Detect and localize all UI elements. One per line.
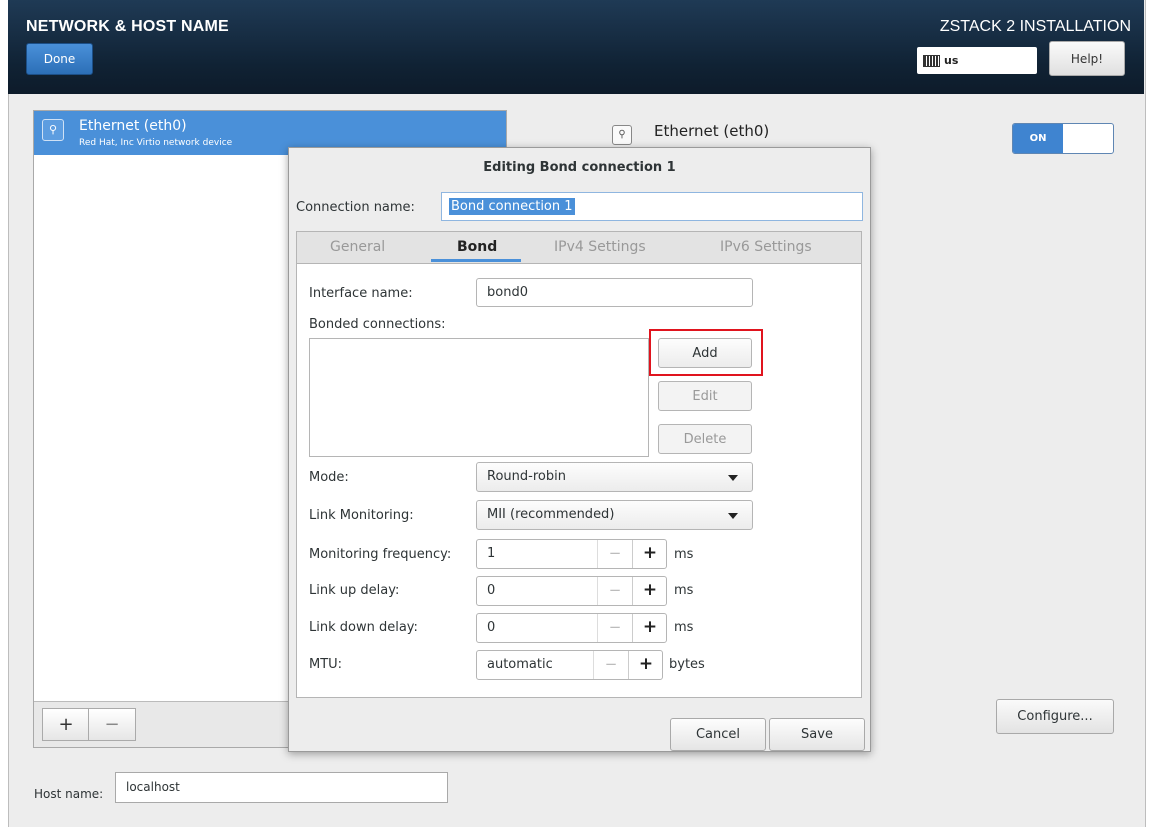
bytes-unit-label: bytes — [669, 657, 705, 672]
hostname-input[interactable]: localhost — [115, 772, 448, 803]
tab-ipv4-settings[interactable]: IPv4 Settings — [554, 239, 646, 255]
connection-name-input[interactable]: Bond connection 1 — [441, 192, 863, 221]
monitoring-frequency-value: 1 — [487, 546, 496, 561]
network-wired-icon: ⚲ — [612, 125, 632, 145]
link-up-delay-value: 0 — [487, 583, 496, 598]
add-button-highlight — [649, 329, 763, 376]
done-button[interactable]: Done — [26, 43, 93, 75]
bond-tab-panel: Interface name: bond0 Bonded connections… — [296, 263, 862, 698]
help-button[interactable]: Help! — [1049, 41, 1125, 76]
keyboard-layout-indicator[interactable]: us — [917, 47, 1037, 74]
device-name: Ethernet (eth0) — [79, 118, 187, 134]
ms-unit-label: ms — [674, 620, 694, 635]
keyboard-layout-label: us — [944, 54, 959, 67]
increment-button[interactable]: + — [632, 577, 667, 605]
link-monitoring-select[interactable]: MII (recommended) — [476, 500, 753, 530]
decrement-button[interactable]: − — [597, 614, 632, 642]
delete-bonded-connection-button[interactable]: Delete — [658, 424, 752, 454]
link-monitoring-value: MII (recommended) — [487, 507, 615, 522]
edit-bond-dialog: Editing Bond connection 1 Connection nam… — [288, 147, 871, 752]
tab-general[interactable]: General — [330, 239, 385, 255]
device-detail-title: Ethernet (eth0) — [654, 122, 770, 140]
mode-select[interactable]: Round-robin — [476, 462, 753, 492]
page-title: NETWORK & HOST NAME — [26, 18, 229, 35]
network-wired-icon: ⚲ — [42, 119, 64, 141]
monitoring-frequency-spinner[interactable]: 1 − + — [476, 539, 667, 569]
active-tab-indicator — [431, 259, 521, 262]
mode-value: Round-robin — [487, 469, 566, 484]
increment-button[interactable]: + — [632, 614, 667, 642]
device-toggle[interactable]: ON — [1012, 123, 1114, 154]
add-device-button[interactable]: + — [42, 708, 90, 741]
link-down-delay-label: Link down delay: — [309, 620, 418, 635]
save-button[interactable]: Save — [769, 718, 865, 751]
mtu-spinner[interactable]: automatic − + — [476, 650, 663, 680]
bonded-connections-list[interactable] — [309, 338, 649, 457]
mode-label: Mode: — [309, 470, 349, 485]
connection-name-label: Connection name: — [296, 200, 415, 215]
remove-device-button[interactable]: − — [88, 708, 136, 741]
hostname-label: Host name: — [34, 787, 104, 801]
keyboard-icon — [923, 54, 940, 67]
increment-button[interactable]: + — [628, 651, 663, 679]
mtu-value: automatic — [487, 657, 553, 672]
monitoring-frequency-label: Monitoring frequency: — [309, 547, 452, 562]
interface-name-label: Interface name: — [309, 286, 413, 301]
ms-unit-label: ms — [674, 547, 694, 562]
toggle-on-label: ON — [1013, 124, 1063, 153]
increment-button[interactable]: + — [632, 540, 667, 568]
dialog-tabs: General Bond IPv4 Settings IPv6 Settings — [296, 231, 862, 264]
chevron-down-icon — [728, 475, 738, 481]
configure-button[interactable]: Configure... — [996, 699, 1114, 734]
ms-unit-label: ms — [674, 583, 694, 598]
tab-bond[interactable]: Bond — [457, 239, 497, 255]
cancel-button[interactable]: Cancel — [670, 718, 766, 751]
link-up-delay-spinner[interactable]: 0 − + — [476, 576, 667, 606]
interface-name-input[interactable]: bond0 — [476, 278, 753, 307]
link-down-delay-value: 0 — [487, 620, 496, 635]
chevron-down-icon — [728, 513, 738, 519]
edit-bonded-connection-button[interactable]: Edit — [658, 381, 752, 411]
product-title: ZSTACK 2 INSTALLATION — [939, 18, 1131, 35]
connection-name-value: Bond connection 1 — [449, 198, 575, 215]
decrement-button[interactable]: − — [593, 651, 628, 679]
dialog-title: Editing Bond connection 1 — [483, 160, 676, 175]
decrement-button[interactable]: − — [597, 540, 632, 568]
device-description: Red Hat, Inc Virtio network device — [79, 138, 233, 148]
decrement-button[interactable]: − — [597, 577, 632, 605]
mtu-label: MTU: — [309, 657, 343, 672]
link-up-delay-label: Link up delay: — [309, 583, 400, 598]
tab-ipv6-settings[interactable]: IPv6 Settings — [720, 239, 812, 255]
link-monitoring-label: Link Monitoring: — [309, 508, 414, 523]
bonded-connections-label: Bonded connections: — [309, 317, 446, 332]
link-down-delay-spinner[interactable]: 0 − + — [476, 613, 667, 643]
